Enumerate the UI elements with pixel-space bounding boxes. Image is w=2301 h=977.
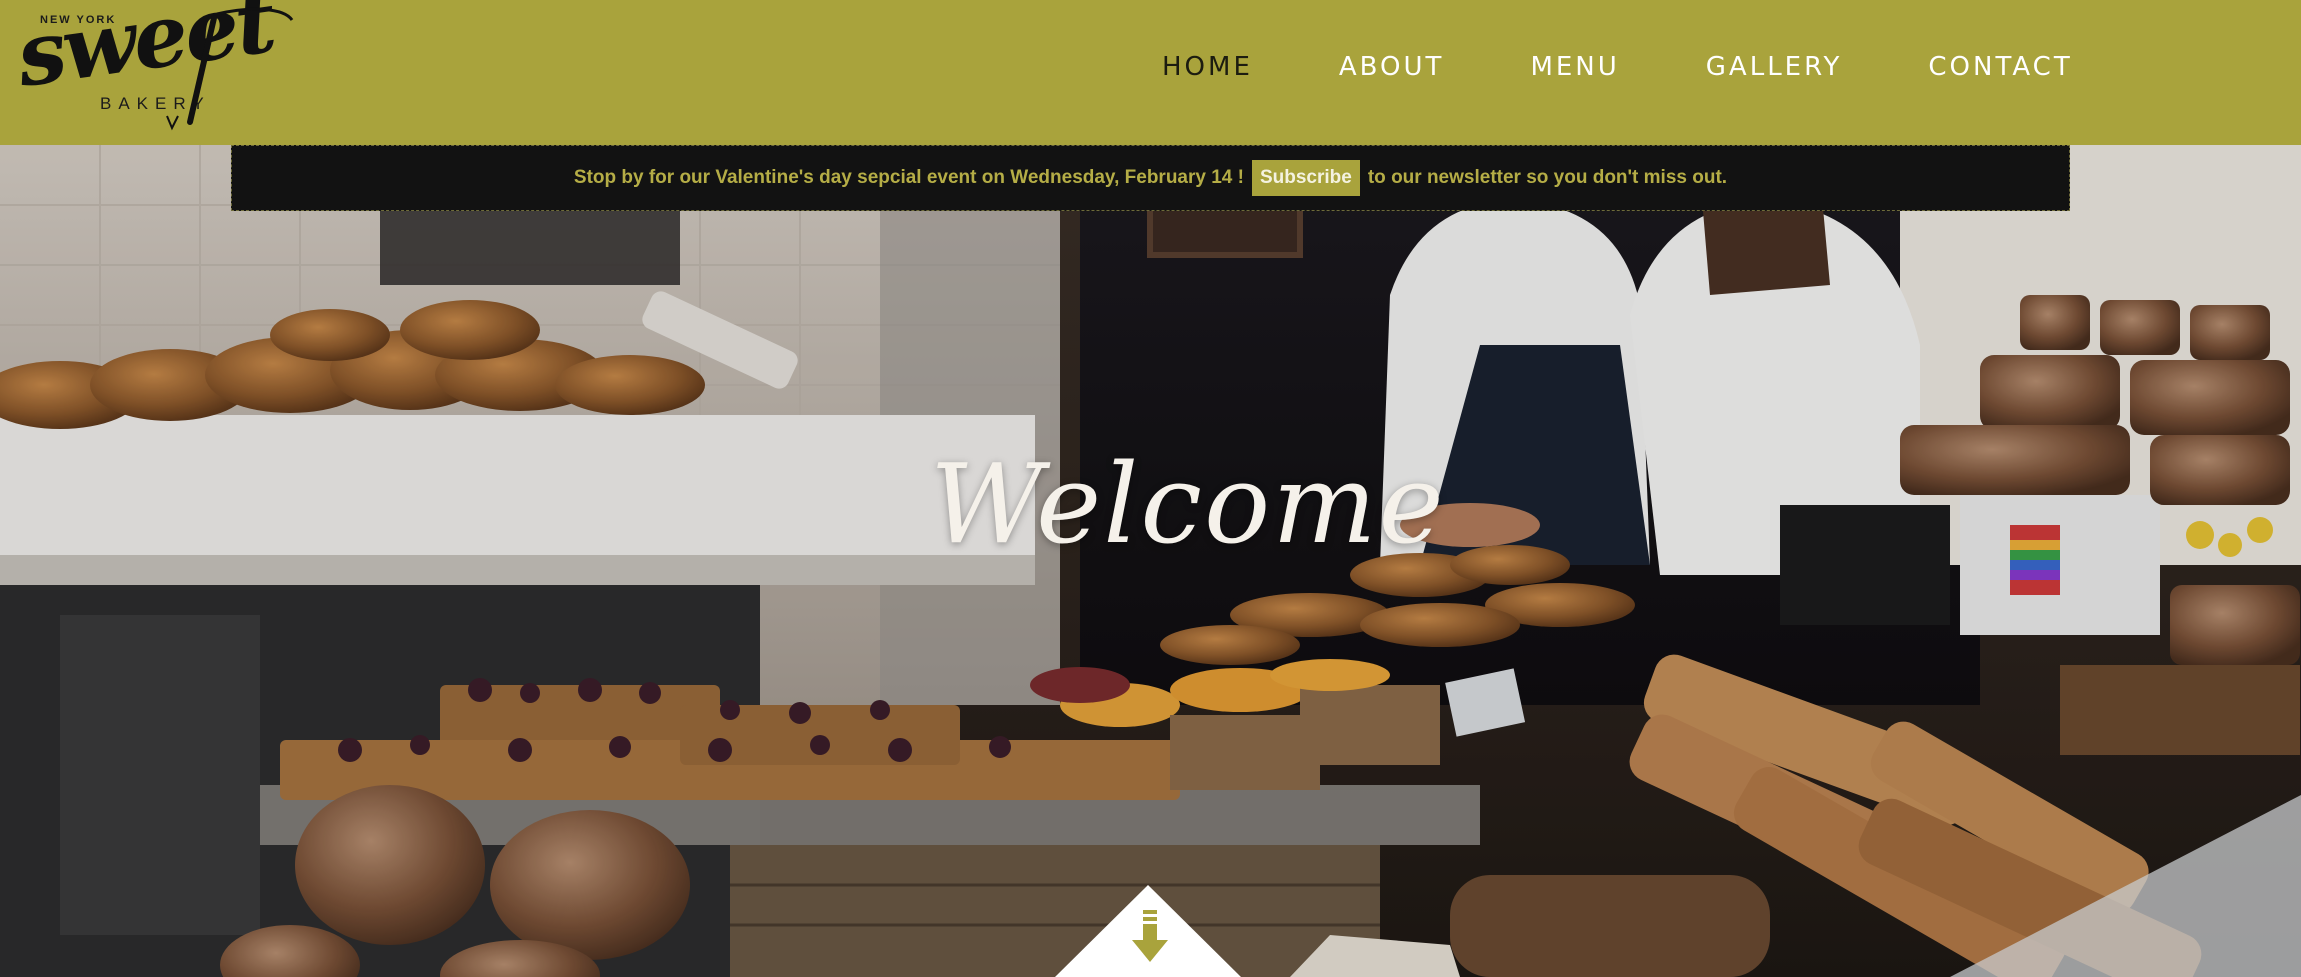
nav-about[interactable]: ABOUT [1339, 52, 1445, 82]
nav-gallery[interactable]: GALLERY [1706, 52, 1843, 82]
site-header: NEW YORK sweet BAKERY HOME ABOUT MENU GA… [0, 0, 2301, 145]
banner-text-before: Stop by for our Valentine's day sepcial … [573, 167, 1244, 188]
nav-contact[interactable]: CONTACT [1928, 52, 2072, 82]
subscribe-button[interactable]: Subscribe [1251, 160, 1360, 196]
hero-welcome-heading: Welcome [930, 440, 1446, 568]
logo[interactable]: NEW YORK sweet BAKERY [11, 0, 302, 132]
main-nav: HOME ABOUT MENU GALLERY CONTACT [1162, 52, 2073, 82]
logo-flourish [166, 7, 294, 131]
banner-text-after: to our newsletter so you don't miss out. [1367, 167, 1728, 188]
nav-home[interactable]: HOME [1162, 52, 1253, 82]
arrow-down-icon [1132, 910, 1168, 962]
announcement-banner: Stop by for our Valentine's day sepcial … [231, 145, 2070, 211]
nav-menu[interactable]: MENU [1530, 52, 1619, 82]
